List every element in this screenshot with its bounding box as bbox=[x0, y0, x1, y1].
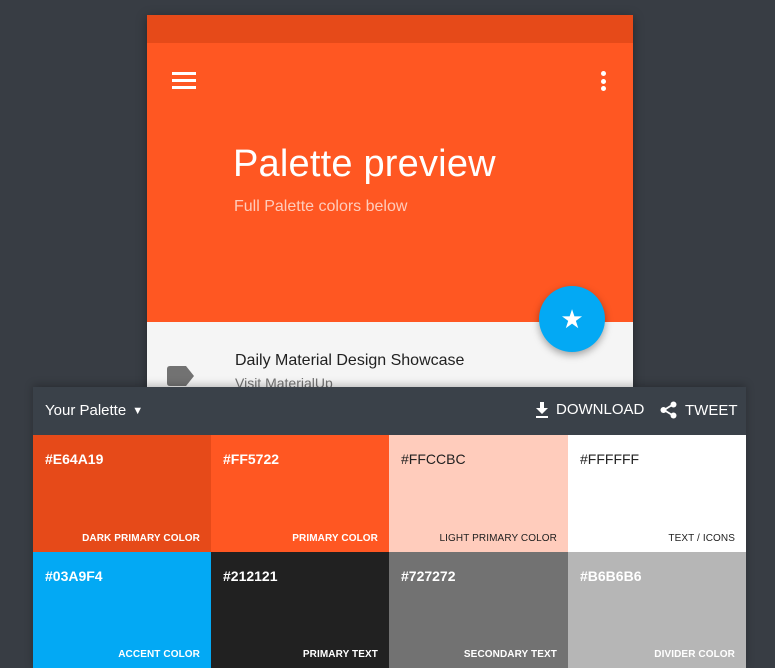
palette-toolbar: Your Palette ▼ DOWNLOAD TWEET bbox=[33, 387, 746, 435]
download-icon bbox=[536, 401, 548, 418]
swatch-text-icons[interactable]: #FFFFFF TEXT / ICONS bbox=[568, 435, 746, 552]
palette-preview-card: Palette preview Full Palette colors belo… bbox=[147, 15, 633, 387]
tweet-label: TWEET bbox=[685, 401, 738, 419]
list-item-title: Daily Material Design Showcase bbox=[235, 352, 465, 369]
swatch-hex: #727272 bbox=[401, 568, 456, 584]
swatch-label: TEXT / ICONS bbox=[668, 533, 735, 544]
palette-panel: Your Palette ▼ DOWNLOAD TWEET #E64A19 DAR… bbox=[33, 387, 746, 668]
swatch-hex: #FF5722 bbox=[223, 451, 280, 467]
page-subtitle: Full Palette colors below bbox=[234, 198, 408, 215]
swatch-hex: #212121 bbox=[223, 568, 278, 584]
swatch-hex: #B6B6B6 bbox=[580, 568, 642, 584]
download-button[interactable]: DOWNLOAD bbox=[535, 401, 644, 418]
star-icon: ★ bbox=[560, 303, 584, 334]
swatch-primary[interactable]: #FF5722 PRIMARY COLOR bbox=[211, 435, 389, 552]
swatch-label: SECONDARY TEXT bbox=[463, 649, 557, 660]
more-vert-icon[interactable] bbox=[597, 71, 609, 95]
list-item-subtitle: Visit MaterialUp bbox=[235, 375, 333, 387]
app-bar: Palette preview Full Palette colors belo… bbox=[147, 43, 633, 322]
swatch-label: DARK PRIMARY COLOR bbox=[82, 533, 200, 544]
chevron-down-icon: ▼ bbox=[132, 405, 144, 418]
page-title: Palette preview bbox=[233, 143, 496, 185]
swatch-light-primary[interactable]: #FFCCBC LIGHT PRIMARY COLOR bbox=[389, 435, 568, 552]
swatch-hex: #FFFFFF bbox=[580, 451, 640, 467]
your-palette-label: Your Palette bbox=[45, 402, 127, 419]
hamburger-menu-icon[interactable] bbox=[172, 72, 197, 92]
swatch-primary-text[interactable]: #212121 PRIMARY TEXT bbox=[211, 552, 389, 668]
palette-swatch-grid: #E64A19 DARK PRIMARY COLOR #FF5722 PRIMA… bbox=[33, 435, 746, 668]
tweet-button[interactable]: TWEET bbox=[660, 401, 738, 419]
swatch-hex: #FFCCBC bbox=[401, 451, 466, 467]
swatch-secondary-text[interactable]: #727272 SECONDARY TEXT bbox=[389, 552, 568, 668]
label-tag-icon bbox=[167, 366, 194, 386]
swatch-label: ACCENT COLOR bbox=[118, 649, 200, 660]
download-label: DOWNLOAD bbox=[556, 401, 645, 418]
swatch-label: LIGHT PRIMARY COLOR bbox=[439, 533, 557, 544]
swatch-hex: #E64A19 bbox=[45, 451, 104, 467]
favorite-fab-button[interactable]: ★ bbox=[539, 286, 605, 352]
swatch-dark-primary[interactable]: #E64A19 DARK PRIMARY COLOR bbox=[33, 435, 211, 552]
status-bar bbox=[147, 15, 633, 43]
swatch-label: PRIMARY COLOR bbox=[292, 533, 378, 544]
share-icon bbox=[660, 401, 677, 419]
swatch-label: PRIMARY TEXT bbox=[302, 649, 378, 660]
swatch-accent[interactable]: #03A9F4 ACCENT COLOR bbox=[33, 552, 211, 668]
your-palette-dropdown[interactable]: Your Palette ▼ bbox=[45, 402, 143, 419]
swatch-label: DIVIDER COLOR bbox=[654, 649, 735, 660]
swatch-divider[interactable]: #B6B6B6 DIVIDER COLOR bbox=[568, 552, 746, 668]
swatch-hex: #03A9F4 bbox=[45, 568, 103, 584]
